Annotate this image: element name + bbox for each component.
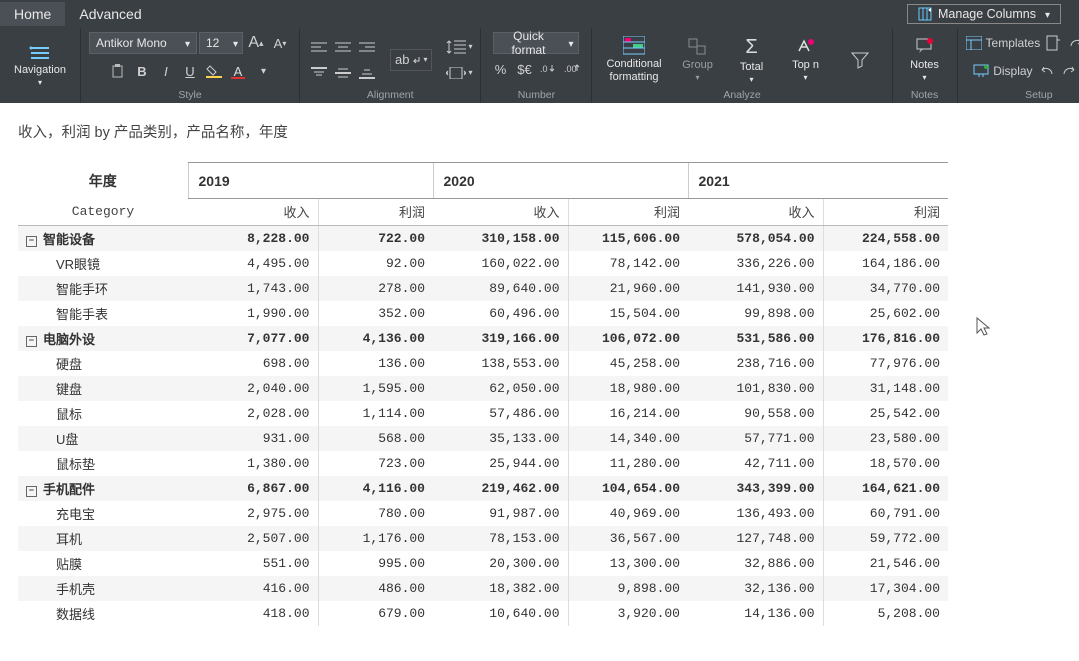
column-width-icon[interactable]: ▾ [446,62,472,84]
align-right-icon[interactable] [356,36,378,58]
sub-prof: 利润 [568,199,688,226]
group-label-notes: Notes [901,87,949,101]
sub-rev: 收入 [188,199,318,226]
product-row[interactable]: 耳机2,507.001,176.0078,153.0036,567.00127,… [18,526,948,551]
product-row[interactable]: 鼠标垫1,380.00723.0025,944.0011,280.0042,71… [18,451,948,476]
wrap-text-button[interactable]: ab▾ [390,49,432,71]
category-row[interactable]: −智能设备8,228.00722.00310,158.00115,606.005… [18,226,948,252]
font-family-select[interactable]: Antikor Mono [89,32,197,54]
decrease-font-icon[interactable]: A▾ [269,32,291,54]
header-2020[interactable]: 2020 [433,163,688,199]
percent-icon[interactable]: % [489,58,511,80]
collapse-icon[interactable]: − [26,486,37,497]
topn-button[interactable]: Top n▾ [782,35,830,84]
style-more-icon[interactable] [251,60,273,82]
cond-format-icon [623,36,645,56]
filter-button[interactable] [836,49,884,71]
font-color-button[interactable]: A [227,60,249,82]
valign-mid-icon[interactable] [332,62,354,84]
category-row[interactable]: −电脑外设7,077.004,136.00319,166.00106,072.0… [18,326,948,351]
group-label-number: Number [489,87,583,101]
svg-text:.00: .00 [564,64,577,74]
conditional-formatting-button[interactable]: Conditional formatting [600,34,667,84]
sub-prof: 利润 [823,199,948,226]
ribbon-tabs: Home Advanced Manage Columns [0,0,1079,28]
collapse-icon[interactable]: − [26,336,37,347]
collapse-icon[interactable]: − [26,236,37,247]
chevron-down-icon [1042,7,1050,21]
font-size-select[interactable]: 12 [199,32,243,54]
ribbon: Home Advanced Manage Columns Navigation … [0,0,1079,103]
sigma-icon: Σ [745,36,757,59]
sub-prof: 利润 [318,199,433,226]
product-row[interactable]: 贴膜551.00995.0020,300.0013,300.0032,886.0… [18,551,948,576]
ribbon-toolbar: Navigation ▾ Antikor Mono 12 A▴ A▾ B I U [0,28,1079,103]
cond-format-label: Conditional formatting [606,58,661,82]
align-center-icon[interactable] [332,36,354,58]
header-2021[interactable]: 2021 [688,163,948,199]
italic-button[interactable]: I [155,60,177,82]
manage-columns-label: Manage Columns [938,7,1036,21]
product-row[interactable]: 智能手环1,743.00278.0089,640.0021,960.00141,… [18,276,948,301]
chevron-down-icon: ▾ [38,78,42,87]
header-category: Category [18,199,188,226]
currency-icon[interactable]: $€ [513,58,535,80]
header-year: 年度 [18,163,188,199]
clipboard-icon[interactable] [107,60,129,82]
redo-icon[interactable] [1066,32,1079,54]
align-left-icon[interactable] [308,36,330,58]
valign-bot-icon[interactable] [356,62,378,84]
svg-text:.0: .0 [540,64,548,74]
product-row[interactable]: 智能手表1,990.00352.0060,496.0015,504.0099,8… [18,301,948,326]
navigation-button[interactable]: Navigation ▾ [8,42,72,89]
product-row[interactable]: 充电宝2,975.00780.0091,987.0040,969.00136,4… [18,501,948,526]
columns-icon [918,7,932,21]
product-row[interactable]: 键盘2,040.001,595.0062,050.0018,980.00101,… [18,376,948,401]
valign-top-icon[interactable] [308,62,330,84]
report-title: 收入，利润 by 产品类别，产品名称，年度 [18,121,1061,142]
templates-icon[interactable]: Templates [966,32,1041,54]
notes-button[interactable]: Notes▾ [901,35,949,84]
decimal-dec-icon[interactable]: .00 [561,58,583,80]
sub-rev: 收入 [433,199,568,226]
group-label-setup: Setup [966,87,1079,101]
underline-button[interactable]: U [179,60,201,82]
tab-home[interactable]: Home [0,2,65,26]
product-row[interactable]: 数据线418.00679.0010,640.003,920.0014,136.0… [18,601,948,626]
report-area: 收入，利润 by 产品类别，产品名称，年度 年度 2019 2020 2021 … [0,103,1079,632]
tab-advanced[interactable]: Advanced [65,2,155,26]
product-row[interactable]: 鼠标2,028.001,114.0057,486.0016,214.0090,5… [18,401,948,426]
bold-button[interactable]: B [131,60,153,82]
group-label-alignment: Alignment [308,87,473,101]
undo-icon[interactable] [1035,60,1057,82]
redo2-icon[interactable] [1059,60,1079,82]
quick-format-button[interactable]: Quick format [493,32,579,54]
fill-color-button[interactable] [203,60,225,82]
total-button[interactable]: Σ Total▾ [728,34,776,86]
group-icon [687,37,709,57]
export-icon[interactable] [1042,32,1064,54]
category-row[interactable]: −手机配件6,867.004,116.00219,462.00104,654.0… [18,476,948,501]
notes-icon [915,37,935,57]
decimal-inc-icon[interactable]: .0 [537,58,559,80]
group-button[interactable]: Group▾ [674,35,722,84]
funnel-icon [851,51,869,69]
line-spacing-icon[interactable]: ▾ [446,36,472,58]
sub-rev: 收入 [688,199,823,226]
group-label-style: Style [89,87,291,101]
display-button[interactable]: Display [973,60,1032,82]
manage-columns-button[interactable]: Manage Columns [907,4,1061,24]
pivot-table: 年度 2019 2020 2021 Category 收入 利润 收入 利润 收… [18,162,948,626]
topn-icon [796,37,816,57]
product-row[interactable]: 硬盘698.00136.00138,553.0045,258.00238,716… [18,351,948,376]
product-row[interactable]: U盘931.00568.0035,133.0014,340.0057,771.0… [18,426,948,451]
product-row[interactable]: 手机壳416.00486.0018,382.009,898.0032,136.0… [18,576,948,601]
navigation-label: Navigation [14,64,66,76]
increase-font-icon[interactable]: A▴ [245,32,267,54]
group-label-analyze: Analyze [600,87,883,101]
navigation-icon [29,44,51,62]
header-2019[interactable]: 2019 [188,163,433,199]
product-row[interactable]: VR眼镜4,495.0092.00160,022.0078,142.00336,… [18,251,948,276]
